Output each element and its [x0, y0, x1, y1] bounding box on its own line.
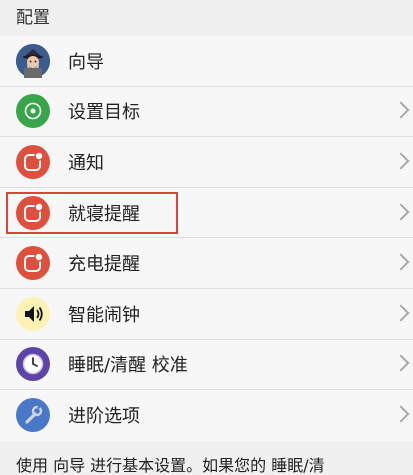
chevron-right-icon	[392, 354, 410, 372]
list-item-charging-reminder[interactable]: 充电提醒	[0, 238, 413, 289]
footer-text: 使用 向导 进行基本设置。如果您的 睡眠/清	[16, 456, 325, 475]
list-item-bedtime-reminder[interactable]: 就寝提醒	[0, 188, 413, 239]
notification-icon	[16, 195, 50, 230]
list-item-label: 向导	[68, 51, 104, 73]
wizard-avatar-icon	[16, 43, 50, 78]
chevron-right-icon	[392, 405, 410, 423]
notification-icon	[16, 144, 50, 179]
chevron-right-icon	[392, 203, 410, 221]
list-item-set-goal[interactable]: 设置目标	[0, 87, 413, 138]
notification-icon	[16, 246, 50, 281]
list-item-label: 通知	[68, 152, 104, 174]
chevron-right-icon	[392, 304, 410, 322]
list-item-label: 进阶选项	[68, 406, 140, 428]
list-item-notifications[interactable]: 通知	[0, 137, 413, 188]
list-item-label: 设置目标	[68, 102, 140, 124]
section-title: 配置	[16, 8, 50, 28]
list-item-label: 充电提醒	[68, 254, 140, 276]
chevron-right-icon	[392, 152, 410, 170]
list-item-wizard[interactable]: 向导	[0, 36, 413, 87]
settings-list: 向导 设置目标 通知 就寝提醒 充电提醒 智能闹钟 睡眠/清醒 校准 进阶选项	[0, 36, 413, 441]
list-item-label: 睡眠/清醒 校准	[68, 355, 188, 377]
speaker-icon	[16, 296, 50, 331]
clock-icon	[16, 347, 50, 382]
chevron-right-icon	[392, 253, 410, 271]
list-item-smart-alarm[interactable]: 智能闹钟	[0, 289, 413, 340]
list-item-label: 就寝提醒	[68, 203, 140, 225]
footer-description: 使用 向导 进行基本设置。如果您的 睡眠/清	[0, 452, 413, 475]
section-header: 配置	[0, 0, 413, 36]
wrench-icon	[16, 398, 50, 433]
list-item-label: 智能闹钟	[68, 304, 140, 326]
target-icon	[16, 94, 50, 129]
chevron-right-icon	[392, 101, 410, 119]
list-item-sleep-awake-calibration[interactable]: 睡眠/清醒 校准	[0, 340, 413, 391]
list-item-advanced-options[interactable]: 进阶选项	[0, 390, 413, 441]
